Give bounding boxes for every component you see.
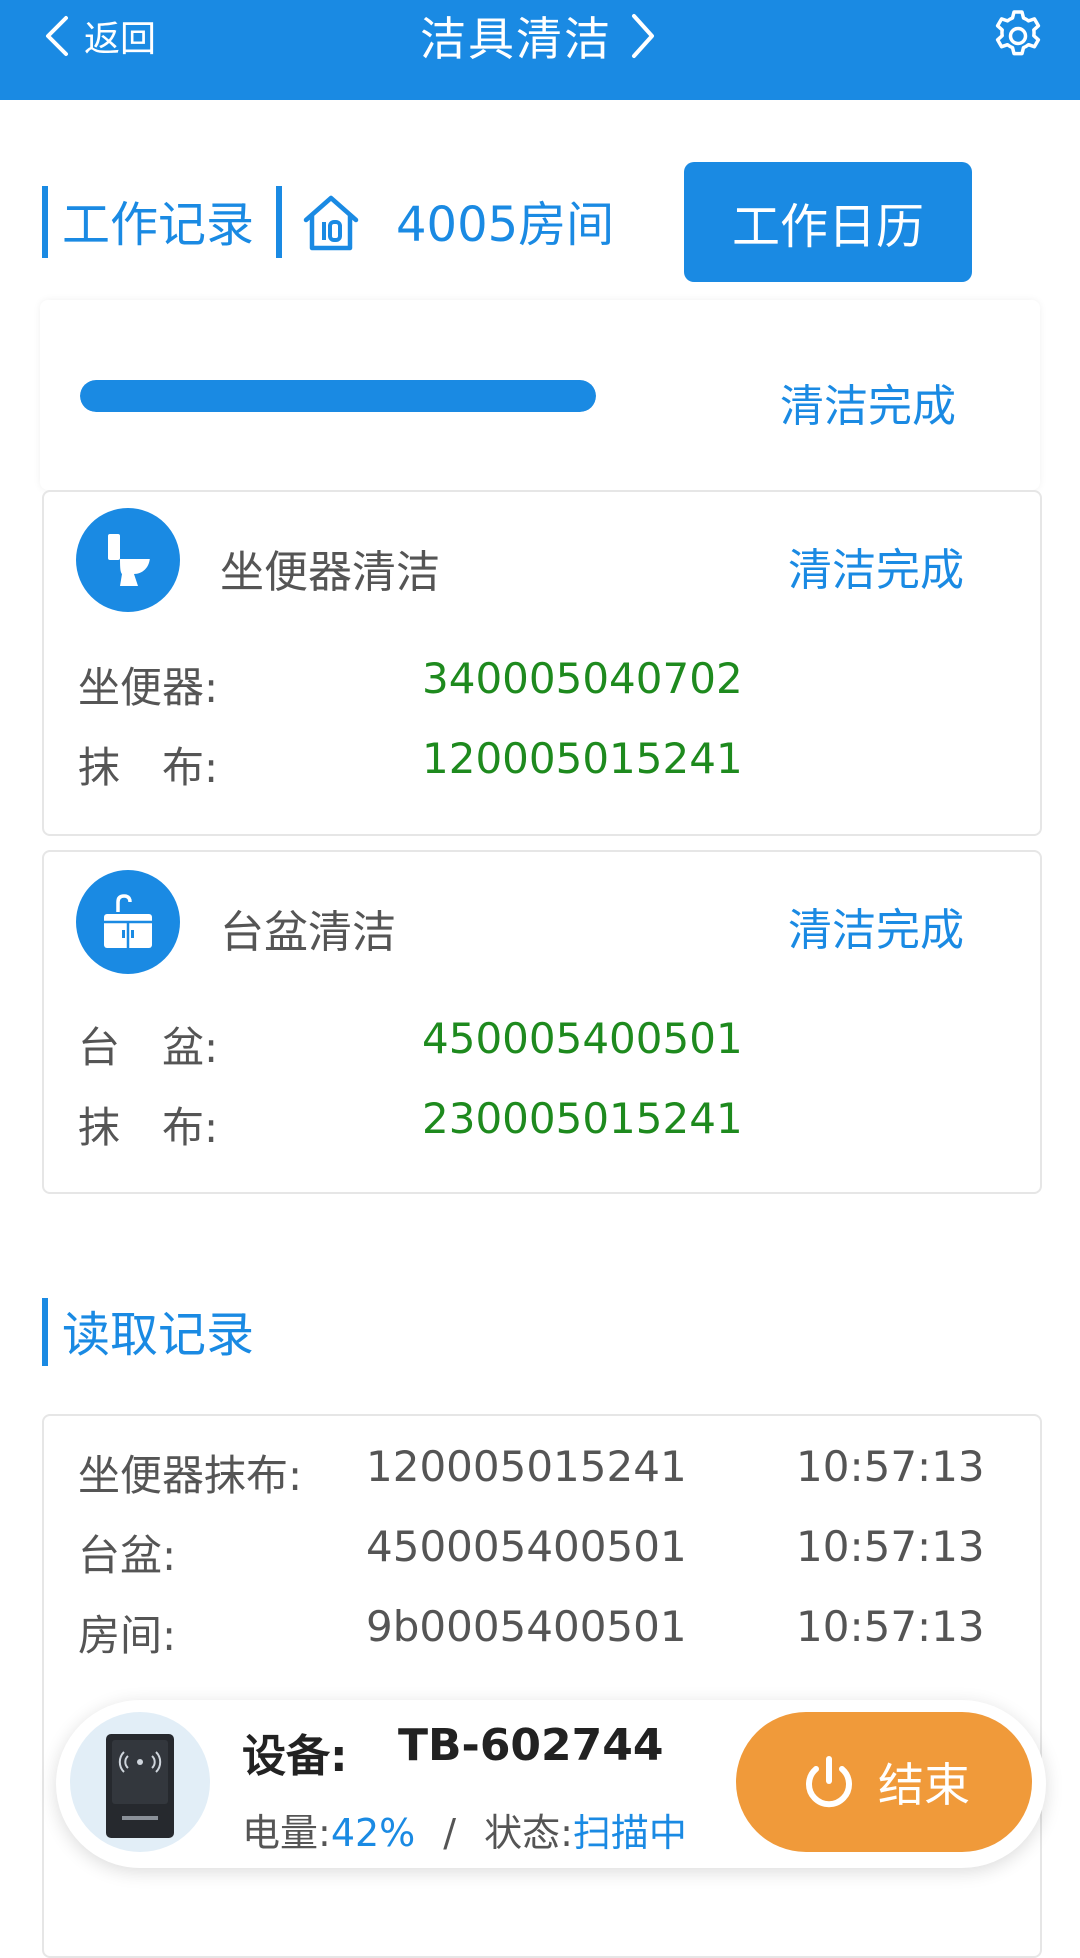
task-title: 坐便器清洁 <box>220 547 440 598</box>
end-label: 结束 <box>878 1758 970 1812</box>
item-code: 450005400501 <box>422 1014 743 1063</box>
progress-fill <box>80 380 596 412</box>
item-label: 坐便器: <box>78 663 219 712</box>
toilet-icon-badge <box>76 508 180 612</box>
section-accent-bar <box>42 1298 48 1366</box>
record-label: 房间: <box>78 1611 177 1660</box>
status-label: 状态: <box>484 1811 573 1855</box>
title-selector[interactable]: 洁具清洁 <box>420 3 660 69</box>
record-code: 450005400501 <box>366 1522 687 1571</box>
record-label: 台盆: <box>78 1531 177 1580</box>
device-status-line: 电量: 42% / 状态: 扫描中 <box>242 1802 687 1857</box>
item-label: 台 盆: <box>78 1023 219 1072</box>
end-button[interactable]: 结束 <box>736 1712 1032 1852</box>
task-title: 台盆清洁 <box>220 907 396 958</box>
gear-icon[interactable] <box>990 8 1046 64</box>
work-calendar-button[interactable]: 工作日历 <box>684 162 972 282</box>
section-accent-bar <box>42 186 48 258</box>
device-name: TB-602744 <box>398 1720 664 1771</box>
progress-bar <box>80 380 596 412</box>
record-label: 坐便器抹布: <box>78 1451 303 1500</box>
item-code: 120005015241 <box>422 734 743 783</box>
title-area: 洁具清洁 <box>0 0 1080 72</box>
read-record-title: 读取记录 <box>62 1307 255 1363</box>
record-code: 120005015241 <box>366 1442 687 1491</box>
rfid-reader-icon <box>106 1734 174 1838</box>
battery-value: 42% <box>330 1811 416 1855</box>
room-label: 4005房间 <box>396 197 615 253</box>
work-record-label: 工作记录 <box>62 197 255 253</box>
record-code: 9b0005400501 <box>366 1602 687 1651</box>
power-icon <box>806 1756 852 1808</box>
item-code: 340005040702 <box>422 654 743 703</box>
battery-label: 电量: <box>242 1811 331 1855</box>
page-title: 洁具清洁 <box>420 12 612 66</box>
rfid-reader-image <box>70 1712 210 1852</box>
chevron-right-icon <box>632 14 654 58</box>
toilet-icon <box>108 534 150 586</box>
status-separator: / <box>443 1811 457 1855</box>
record-time: 10:57:13 <box>796 1602 985 1651</box>
divider-bar <box>276 186 282 258</box>
task-status: 清洁完成 <box>788 545 964 596</box>
sink-icon-badge <box>76 870 180 974</box>
item-label: 抹 布: <box>78 1103 219 1152</box>
device-label: 设备: <box>242 1731 348 1782</box>
status-value: 扫描中 <box>572 1811 687 1855</box>
overall-status: 清洁完成 <box>780 381 956 432</box>
item-label: 抹 布: <box>78 743 219 792</box>
item-code: 230005015241 <box>422 1094 743 1143</box>
sink-icon <box>104 894 152 948</box>
record-time: 10:57:13 <box>796 1522 985 1571</box>
record-time: 10:57:13 <box>796 1442 985 1491</box>
task-status: 清洁完成 <box>788 905 964 956</box>
house-icon <box>303 195 359 251</box>
